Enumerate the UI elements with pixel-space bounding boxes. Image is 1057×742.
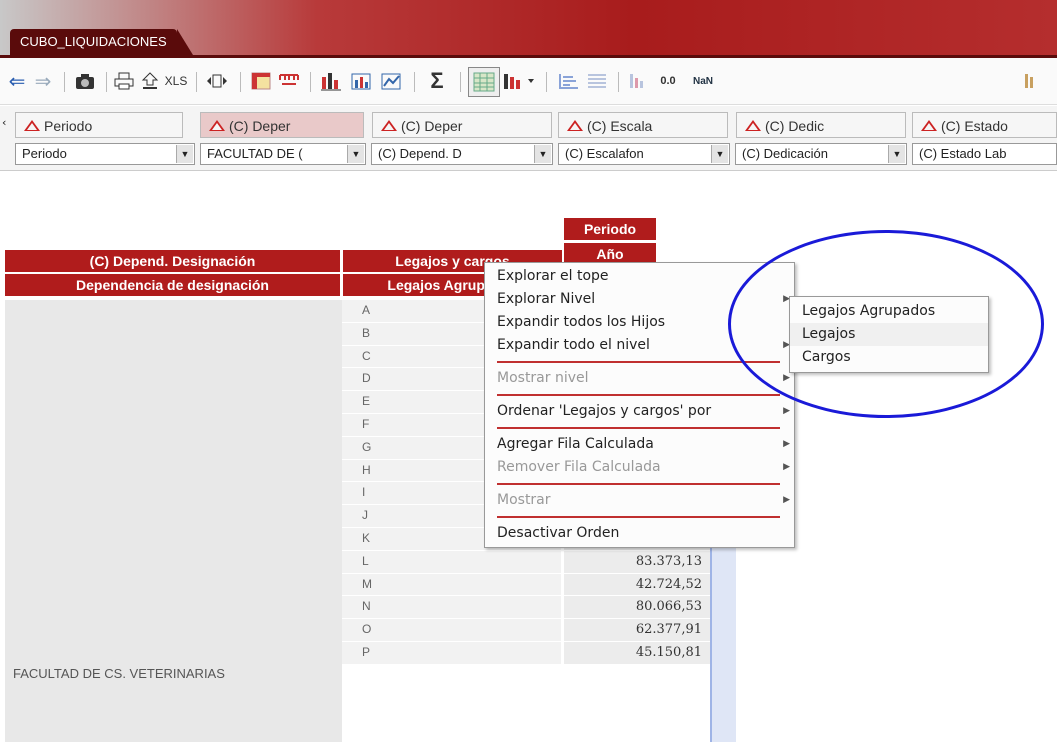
indent-icon[interactable] — [556, 67, 582, 95]
dimension-icon — [567, 120, 583, 131]
line-chart-icon[interactable] — [378, 67, 404, 95]
menu-item-ordenar[interactable]: Ordenar 'Legajos y cargos' por ▶ — [485, 400, 794, 423]
dropdown-arrow-icon[interactable]: ▼ — [347, 145, 364, 163]
separator — [310, 72, 311, 92]
list-icon[interactable] — [584, 67, 610, 95]
dropdown-arrow-icon[interactable]: ▼ — [534, 145, 551, 163]
select-estado[interactable]: (C) Estado Lab — [912, 143, 1057, 165]
separator — [196, 72, 197, 92]
select-escalafon[interactable]: (C) Escalafon ▼ — [558, 143, 730, 165]
xls-export-button[interactable]: XLS — [162, 67, 190, 95]
print-icon[interactable] — [112, 67, 136, 95]
separator — [64, 72, 65, 92]
export-icon[interactable] — [138, 67, 162, 95]
pivot-icon[interactable] — [248, 67, 274, 95]
scroll-left-icon[interactable]: ‹ — [2, 116, 6, 129]
submenu-arrow-icon: ▶ — [783, 462, 790, 472]
dimension-icon — [921, 120, 937, 131]
menu-separator — [497, 516, 780, 518]
submenu-arrow-icon: ▶ — [783, 439, 790, 449]
chart-config-icon[interactable] — [348, 67, 374, 95]
dimension-icon — [24, 120, 40, 131]
dimension-header-dependencia[interactable]: (C) Deper — [200, 112, 364, 138]
camera-icon[interactable] — [72, 67, 98, 95]
select-periodo[interactable]: Periodo ▼ — [15, 143, 195, 165]
menu-item-remover-fila[interactable]: Remover Fila Calculada ▶ — [485, 456, 794, 479]
row-group-label[interactable]: FACULTAD DE CS. VETERINARIAS — [13, 666, 225, 681]
menu-item-desactivar-orden[interactable]: Desactivar Orden — [485, 522, 794, 545]
menu-item-agregar-fila[interactable]: Agregar Fila Calculada ▶ — [485, 433, 794, 456]
nan-button[interactable]: NaN — [688, 67, 718, 95]
row-header-dependencia-designacion[interactable]: Dependencia de designación — [5, 274, 340, 296]
dimension-icon — [381, 120, 397, 131]
dimension-header-estado[interactable]: (C) Estado — [912, 112, 1057, 138]
dimension-icon — [209, 120, 225, 131]
dimension-header-dedicacion[interactable]: (C) Dedic — [736, 112, 906, 138]
more-chart-icon[interactable] — [1020, 67, 1046, 95]
menu-separator — [497, 427, 780, 429]
annotation-circle — [728, 230, 1044, 418]
menu-item-mostrar[interactable]: Mostrar ▶ — [485, 489, 794, 512]
separator — [460, 72, 461, 92]
menu-separator — [497, 394, 780, 396]
sum-button[interactable]: Σ — [424, 67, 450, 95]
chart-type-dropdown-icon[interactable] — [502, 67, 538, 95]
table-row-label[interactable]: P — [342, 641, 561, 665]
row-header-dependencia[interactable]: (C) Depend. Designación — [5, 250, 340, 272]
select-dedicacion[interactable]: (C) Dedicación ▼ — [735, 143, 907, 165]
submenu-arrow-icon: ▶ — [783, 495, 790, 505]
bar-chart-icon[interactable] — [318, 67, 344, 95]
decimal-button[interactable]: 0.0 — [652, 67, 684, 95]
cube-tab[interactable]: CUBO_LIQUIDACIONES — [10, 29, 193, 55]
submenu-arrow-icon: ▶ — [783, 406, 790, 416]
back-arrow-icon[interactable]: ⇐ — [6, 67, 28, 95]
table-row-label[interactable]: M — [342, 573, 561, 597]
table-cell: 83.373,13 — [564, 550, 710, 574]
select-facultad[interactable]: FACULTAD DE (▼ — [200, 143, 366, 165]
table-cell: 45.150,81 — [564, 641, 710, 665]
separator — [618, 72, 619, 92]
separator — [546, 72, 547, 92]
forward-arrow-icon[interactable]: ⇒ — [32, 67, 54, 95]
table-row-label[interactable]: N — [342, 596, 561, 620]
column-header-periodo[interactable]: Periodo — [564, 218, 656, 240]
table-row-label[interactable]: L — [342, 550, 561, 574]
menu-separator — [497, 361, 780, 363]
table-cell: 62.377,91 — [564, 619, 710, 642]
menu-separator — [497, 483, 780, 485]
dropdown-arrow-icon[interactable]: ▼ — [176, 145, 193, 163]
dimension-icon — [745, 120, 761, 131]
select-dependencia[interactable]: (C) Depend. D ▼ — [371, 143, 553, 165]
table-row-label[interactable]: O — [342, 619, 561, 642]
dimension-header-escalafon[interactable]: (C) Escala — [558, 112, 728, 138]
dropdown-arrow-icon[interactable]: ▼ — [711, 145, 728, 163]
toolbar: ⇐ ⇒ XLS Σ 0.0 NaN — [0, 58, 1057, 105]
dimension-header-dependencia-2[interactable]: (C) Deper — [372, 112, 552, 138]
column-chart-icon[interactable] — [626, 67, 650, 95]
separator — [106, 72, 107, 92]
table-cell: 42.724,52 — [564, 573, 710, 597]
dimension-bar: ‹ Periodo (C) Deper (C) Deper (C) Escala… — [0, 106, 1057, 171]
table-cell: 80.066,53 — [564, 596, 710, 620]
dropdown-arrow-icon[interactable]: ▼ — [888, 145, 905, 163]
separator — [414, 72, 415, 92]
swap-axes-icon[interactable] — [204, 67, 230, 95]
row-group-cell: FACULTAD DE CS. VETERINARIAS — [5, 300, 342, 742]
table-view-icon[interactable] — [468, 67, 500, 97]
filter-icon[interactable] — [276, 67, 302, 95]
title-bar: CUBO_LIQUIDACIONES — [0, 0, 1057, 58]
dimension-header-periodo[interactable]: Periodo — [15, 112, 183, 138]
separator — [240, 72, 241, 92]
